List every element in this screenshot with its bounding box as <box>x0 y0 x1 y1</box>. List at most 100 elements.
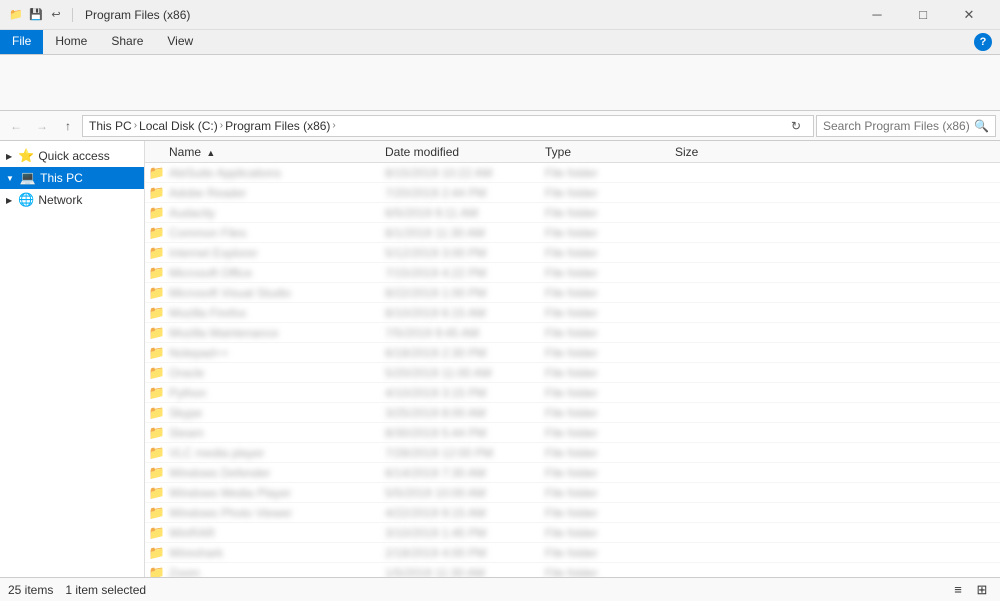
folder-icon: 📁 <box>145 365 169 381</box>
file-type: File folder <box>545 466 675 480</box>
file-row[interactable]: 📁 Windows Defender 6/14/2019 7:30 AM Fil… <box>145 463 1000 483</box>
title-bar-icons: 📁 💾 ↩ <box>8 7 77 23</box>
sidebar-item-network[interactable]: ▶ 🌐 Network <box>0 189 144 211</box>
file-row[interactable]: 📁 Adobe Reader 7/20/2019 2:44 PM File fo… <box>145 183 1000 203</box>
selected-count: 1 item selected <box>65 583 146 597</box>
folder-icon: 📁 <box>145 525 169 541</box>
file-date: 4/10/2019 3:15 PM <box>385 386 545 400</box>
col-header-type[interactable]: Type <box>545 145 675 159</box>
file-row[interactable]: 📁 Wireshark 2/18/2019 4:00 PM File folde… <box>145 543 1000 563</box>
folder-icon: 📁 <box>145 185 169 201</box>
file-row[interactable]: 📁 Windows Media Player 5/5/2019 10:00 AM… <box>145 483 1000 503</box>
file-row[interactable]: 📁 WinRAR 3/10/2019 1:45 PM File folder <box>145 523 1000 543</box>
file-type: File folder <box>545 426 675 440</box>
file-type: File folder <box>545 526 675 540</box>
folder-icon: 📁 <box>145 245 169 261</box>
col-header-date[interactable]: Date modified <box>385 145 545 159</box>
file-name: Mozilla Firefox <box>169 306 385 320</box>
file-type: File folder <box>545 446 675 460</box>
file-date: 5/5/2019 10:00 AM <box>385 486 545 500</box>
file-type: File folder <box>545 406 675 420</box>
col-header-size[interactable]: Size <box>675 145 775 159</box>
file-row[interactable]: 📁 Audacity 6/5/2019 9:11 AM File folder <box>145 203 1000 223</box>
file-type: File folder <box>545 226 675 240</box>
file-row[interactable]: 📁 Steam 8/30/2019 5:44 PM File folder <box>145 423 1000 443</box>
search-bar: 🔍 <box>816 115 996 137</box>
file-date: 3/10/2019 1:45 PM <box>385 526 545 540</box>
large-icons-button[interactable]: ⊞ <box>972 580 992 600</box>
item-count: 25 items <box>8 583 53 597</box>
file-name: Microsoft Visual Studio <box>169 286 385 300</box>
close-button[interactable]: ✕ <box>946 0 992 30</box>
file-row[interactable]: 📁 Internet Explorer 5/12/2019 3:00 PM Fi… <box>145 243 1000 263</box>
up-button[interactable]: ↑ <box>56 114 80 138</box>
folder-icon: 📁 <box>145 545 169 561</box>
file-name: Adobe Reader <box>169 186 385 200</box>
file-row[interactable]: 📁 Python 4/10/2019 3:15 PM File folder <box>145 383 1000 403</box>
file-row[interactable]: 📁 Microsoft Office 7/15/2019 4:22 PM Fil… <box>145 263 1000 283</box>
sidebar-item-quickaccess[interactable]: ▶ ⭐ Quick access <box>0 145 144 167</box>
network-icon: 🌐 <box>18 192 34 208</box>
col-header-name[interactable]: Name ▲ <box>145 145 385 159</box>
file-date: 7/5/2019 9:45 AM <box>385 326 545 340</box>
folder-icon: 📁 <box>145 345 169 361</box>
minimize-button[interactable]: ─ <box>854 0 900 30</box>
search-input[interactable] <box>823 119 974 133</box>
sidebar-label-network: Network <box>38 193 82 207</box>
tab-home[interactable]: Home <box>43 30 99 54</box>
file-row[interactable]: 📁 Windows Photo Viewer 4/22/2019 9:15 AM… <box>145 503 1000 523</box>
refresh-icon[interactable]: ↻ <box>785 119 807 133</box>
file-row[interactable]: 📁 Microsoft Visual Studio 8/22/2019 1:00… <box>145 283 1000 303</box>
file-type: File folder <box>545 326 675 340</box>
file-row[interactable]: 📁 Oracle 5/20/2019 11:00 AM File folder <box>145 363 1000 383</box>
address-bar[interactable]: This PC › Local Disk (C:) › Program File… <box>82 115 814 137</box>
breadcrumb-thispc[interactable]: This PC <box>89 119 132 133</box>
main-layout: ▶ ⭐ Quick access ▼ 💻 This PC ▶ 🌐 Network… <box>0 141 1000 577</box>
file-date: 8/1/2019 11:30 AM <box>385 226 545 240</box>
file-row[interactable]: 📁 Notepad++ 6/18/2019 2:30 PM File folde… <box>145 343 1000 363</box>
search-icon: 🔍 <box>974 119 989 133</box>
file-row[interactable]: 📁 Mozilla Firefox 8/10/2019 6:15 AM File… <box>145 303 1000 323</box>
file-date: 5/12/2019 3:00 PM <box>385 246 545 260</box>
tab-share[interactable]: Share <box>99 30 155 54</box>
file-name: Zoom <box>169 566 385 578</box>
file-row[interactable]: 📁 Skype 3/25/2019 8:00 AM File folder <box>145 403 1000 423</box>
help-icon[interactable]: ? <box>974 33 992 51</box>
file-header: Name ▲ Date modified Type Size <box>145 141 1000 163</box>
sidebar: ▶ ⭐ Quick access ▼ 💻 This PC ▶ 🌐 Network <box>0 141 145 577</box>
file-name: Internet Explorer <box>169 246 385 260</box>
breadcrumb-programfiles[interactable]: Program Files (x86) <box>225 119 330 133</box>
file-date: 7/20/2019 2:44 PM <box>385 186 545 200</box>
file-date: 6/14/2019 7:30 AM <box>385 466 545 480</box>
file-type: File folder <box>545 306 675 320</box>
file-name: VLC media player <box>169 446 385 460</box>
folder-icon: 📁 <box>145 445 169 461</box>
file-name: Audacity <box>169 206 385 220</box>
file-date: 1/5/2019 11:30 AM <box>385 566 545 578</box>
file-type: File folder <box>545 266 675 280</box>
status-bar: 25 items 1 item selected ≡ ⊞ <box>0 577 1000 601</box>
tab-view[interactable]: View <box>155 30 205 54</box>
sort-arrow: ▲ <box>206 148 215 158</box>
expand-icon: ▶ <box>6 152 12 161</box>
file-row[interactable]: 📁 Common Files 8/1/2019 11:30 AM File fo… <box>145 223 1000 243</box>
title-bar: 📁 💾 ↩ Program Files (x86) ─ □ ✕ <box>0 0 1000 30</box>
file-name: Windows Defender <box>169 466 385 480</box>
file-name: Microsoft Office <box>169 266 385 280</box>
breadcrumb-localdisk[interactable]: Local Disk (C:) <box>139 119 218 133</box>
tab-file[interactable]: File <box>0 30 43 54</box>
file-date: 7/15/2019 4:22 PM <box>385 266 545 280</box>
file-row[interactable]: 📁 AbiSuite Applications 8/15/2019 10:22 … <box>145 163 1000 183</box>
file-row[interactable]: 📁 Zoom 1/5/2019 11:30 AM File folder <box>145 563 1000 577</box>
file-row[interactable]: 📁 VLC media player 7/28/2019 12:00 PM Fi… <box>145 443 1000 463</box>
expand-icon-thispc: ▼ <box>6 174 14 183</box>
forward-button[interactable]: → <box>30 114 54 138</box>
folder-icon: 📁 <box>145 405 169 421</box>
back-button[interactable]: ← <box>4 114 28 138</box>
sidebar-item-thispc[interactable]: ▼ 💻 This PC <box>0 167 144 189</box>
details-view-button[interactable]: ≡ <box>948 580 968 600</box>
file-type: File folder <box>545 186 675 200</box>
maximize-button[interactable]: □ <box>900 0 946 30</box>
file-row[interactable]: 📁 Mozilla Maintenance 7/5/2019 9:45 AM F… <box>145 323 1000 343</box>
file-type: File folder <box>545 246 675 260</box>
